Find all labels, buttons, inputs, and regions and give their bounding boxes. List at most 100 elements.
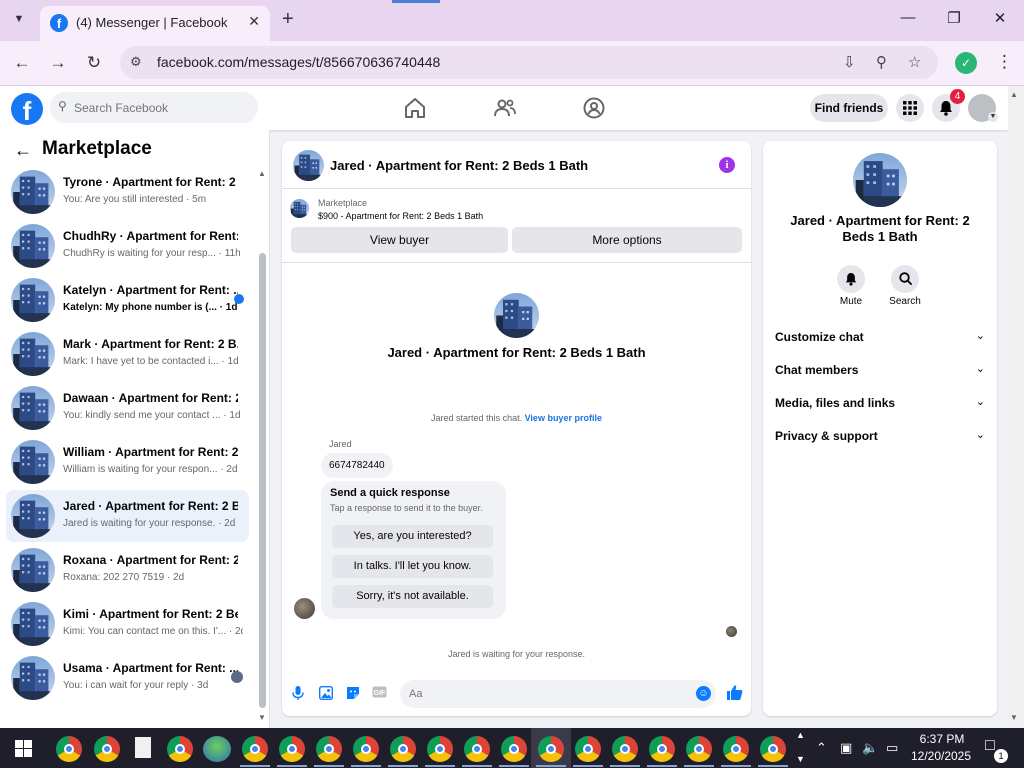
search-icon[interactable]	[891, 265, 919, 293]
conversation-item[interactable]: Kimi · Apartment for Rent: 2 Be... Kimi: …	[6, 598, 249, 650]
chrome-taskbar-icon[interactable]	[686, 736, 712, 762]
scroll-down-arrow-icon[interactable]: ▼	[1010, 713, 1018, 722]
chrome-taskbar-icon[interactable]	[538, 736, 564, 762]
tab-close-icon[interactable]: ✕	[248, 13, 260, 30]
chrome-taskbar-icon[interactable]	[612, 736, 638, 762]
home-icon[interactable]	[403, 96, 427, 120]
message-bubble[interactable]: 6674782440	[321, 453, 393, 478]
chat-members-section[interactable]: Chat members ⌄	[775, 360, 987, 382]
mute-bell-icon[interactable]	[837, 265, 865, 293]
quick-response-button[interactable]: Sorry, it's not available.	[332, 585, 493, 608]
quick-response-button[interactable]: Yes, are you interested?	[332, 525, 493, 548]
view-buyer-button[interactable]: View buyer	[291, 227, 508, 253]
chrome-taskbar-icon[interactable]	[56, 736, 82, 762]
url-text[interactable]: facebook.com/messages/t/856670636740448	[157, 54, 440, 70]
chrome-taskbar-icon[interactable]	[501, 736, 527, 762]
chrome-taskbar-icon[interactable]	[723, 736, 749, 762]
find-friends-button[interactable]: Find friends	[810, 94, 888, 122]
extension-icon[interactable]: ✓	[955, 52, 977, 74]
browser-tab-active[interactable]: f (4) Messenger | Facebook ✕	[40, 6, 270, 41]
chrome-taskbar-icon[interactable]	[167, 736, 193, 762]
restore-window-icon[interactable]: ❐	[944, 9, 964, 27]
windows-start-icon[interactable]	[15, 740, 32, 757]
scroll-up-arrow-icon[interactable]: ▲	[258, 169, 266, 178]
page-scrollbar[interactable]	[1008, 86, 1024, 728]
site-info-icon[interactable]: ⚙	[130, 54, 142, 70]
chrome-taskbar-icon[interactable]	[242, 736, 268, 762]
search-input[interactable]	[74, 97, 244, 118]
scrollbar-thumb[interactable]	[259, 253, 266, 708]
close-window-icon[interactable]: ✕	[990, 9, 1010, 27]
clock-time[interactable]: 6:37 PM	[912, 732, 972, 746]
groups-icon[interactable]	[582, 96, 606, 120]
chrome-taskbar-icon[interactable]	[94, 736, 120, 762]
chrome-taskbar-icon[interactable]	[353, 736, 379, 762]
customize-chat-section[interactable]: Customize chat ⌄	[775, 327, 987, 349]
chrome-taskbar-icon[interactable]	[464, 736, 490, 762]
message-input[interactable]	[400, 680, 716, 708]
chrome-taskbar-icon[interactable]	[390, 736, 416, 762]
account-chevron-down-icon[interactable]: ▼	[988, 112, 998, 122]
minimize-window-icon[interactable]: —	[898, 9, 918, 26]
chat-avatar[interactable]	[293, 150, 324, 181]
facebook-logo-icon[interactable]: f	[11, 93, 43, 126]
privacy-support-section[interactable]: Privacy & support ⌄	[775, 426, 987, 448]
facebook-search-box[interactable]: ⚲	[50, 92, 258, 123]
photo-gallery-icon[interactable]	[318, 685, 334, 702]
conversation-item[interactable]: Usama · Apartment for Rent: ... You: i ca…	[6, 652, 249, 704]
conversation-item[interactable]: Jared · Apartment for Rent: 2 B... Jared …	[6, 490, 249, 542]
notification-center-icon[interactable]: □	[985, 737, 995, 755]
chevron-down-icon[interactable]: ▼	[796, 754, 805, 764]
emoji-icon[interactable]: ☺	[696, 686, 711, 701]
chrome-taskbar-icon[interactable]	[760, 736, 786, 762]
chrome-taskbar-icon[interactable]	[427, 736, 453, 762]
back-arrow-icon[interactable]: ←	[10, 53, 34, 73]
microphone-icon[interactable]	[290, 686, 306, 702]
search-label[interactable]: Search	[880, 296, 930, 307]
address-bar[interactable]: ⚙ facebook.com/messages/t/85667063674044…	[120, 46, 938, 79]
listing-title[interactable]: $900 - Apartment for Rent: 2 Beds 1 Bath	[318, 211, 483, 221]
mute-label[interactable]: Mute	[826, 296, 876, 307]
gif-icon[interactable]: GIF	[371, 686, 387, 702]
chrome-taskbar-icon[interactable]	[279, 736, 305, 762]
conversation-info-icon[interactable]: i	[719, 157, 735, 173]
meet-now-icon[interactable]: ▣	[840, 740, 852, 756]
conversation-item[interactable]: Roxana · Apartment for Rent: 2 ... Roxana…	[6, 544, 249, 596]
new-tab-plus-icon[interactable]: +	[282, 8, 294, 31]
quick-response-button[interactable]: In talks. I'll let you know.	[332, 555, 493, 578]
reload-icon[interactable]: ↻	[82, 53, 106, 73]
conversation-item[interactable]: Dawaan · Apartment for Rent: 2... You: ki…	[6, 382, 249, 434]
zoom-icon[interactable]: ⚲	[876, 53, 887, 71]
conversation-item[interactable]: Katelyn · Apartment for Rent: ... Katelyn…	[6, 274, 249, 326]
forward-arrow-icon[interactable]: →	[46, 53, 70, 73]
sticker-icon[interactable]	[345, 686, 361, 702]
chat-title[interactable]: Jared · Apartment for Rent: 2 Beds 1 Bat…	[330, 158, 588, 173]
conversation-item[interactable]: Mark · Apartment for Rent: 2 B... Mark: I…	[6, 328, 249, 380]
media-files-links-section[interactable]: Media, files and links ⌄	[775, 393, 987, 415]
menu-grid-icon[interactable]	[896, 94, 924, 122]
friends-icon[interactable]	[493, 96, 517, 120]
conversation-item[interactable]: ChudhRy · Apartment for Rent: ... ChudhRy…	[6, 220, 249, 272]
network-app-icon[interactable]	[203, 736, 231, 762]
like-thumbs-up-icon[interactable]	[726, 684, 743, 706]
back-arrow-icon[interactable]: ←	[14, 140, 32, 161]
install-app-icon[interactable]: ⇩	[843, 53, 856, 71]
view-buyer-profile-link[interactable]: View buyer profile	[525, 413, 602, 423]
network-icon[interactable]: ▭	[886, 740, 898, 756]
show-hidden-icons-chevron-icon[interactable]: ⌃	[816, 740, 827, 756]
scroll-up-arrow-icon[interactable]: ▲	[1010, 90, 1018, 99]
chrome-taskbar-icon[interactable]	[575, 736, 601, 762]
more-options-button[interactable]: More options	[512, 227, 742, 253]
browser-menu-icon[interactable]: ⋮	[996, 52, 1013, 72]
volume-icon[interactable]: 🔈	[862, 740, 878, 756]
clock-date[interactable]: 12/20/2025	[908, 749, 974, 763]
bookmark-star-icon[interactable]: ☆	[908, 53, 921, 71]
conversation-item[interactable]: William · Apartment for Rent: 2... Willia…	[6, 436, 249, 488]
chrome-taskbar-icon[interactable]	[649, 736, 675, 762]
file-icon[interactable]	[135, 737, 151, 758]
sidebar-scrollbar[interactable]: ▲ ▼	[257, 165, 268, 728]
scroll-down-arrow-icon[interactable]: ▼	[258, 713, 266, 722]
tab-search-chevron-icon[interactable]: ▼	[8, 8, 30, 30]
chevron-up-icon[interactable]: ▲	[796, 730, 805, 740]
conversation-item[interactable]: Tyrone · Apartment for Rent: 2 ... You: A…	[6, 166, 249, 218]
